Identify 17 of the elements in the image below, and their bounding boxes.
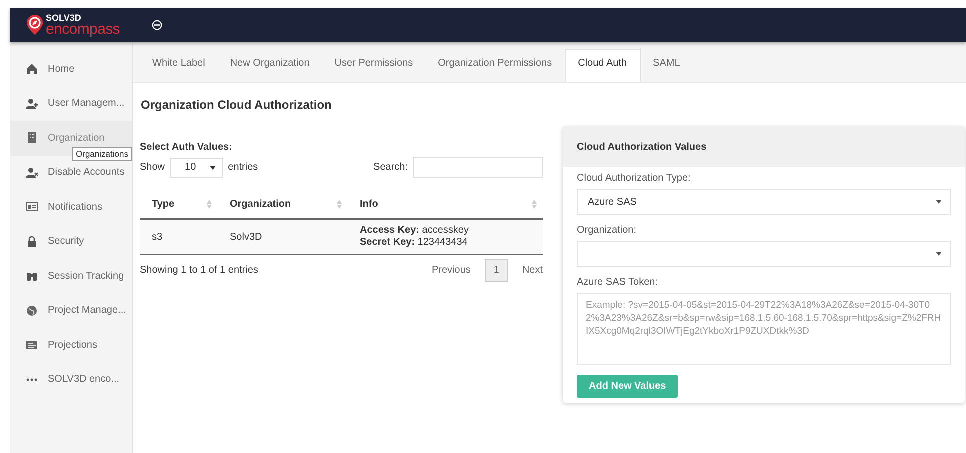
field-label: Organization: (577, 225, 638, 236)
search-label: Search: (374, 162, 408, 173)
field-label: Azure SAS Token: (577, 277, 659, 288)
info-text: Access Key: accesskey (360, 225, 470, 237)
section-title: Select Auth Values: (140, 142, 234, 153)
logo-subtitle: encompass (46, 23, 120, 36)
field-label: Cloud Authorization Type: (577, 173, 692, 184)
table-cell: s3 (140, 219, 218, 254)
page-title: Organization Cloud Authorization (141, 98, 333, 112)
info-text: Secret Key: 123443434 (360, 237, 469, 249)
panel-title: Cloud Authorization Values (563, 127, 965, 167)
logo-title: SOLV3D (46, 14, 82, 23)
table-summary: Showing 1 to 1 of 1 entries (140, 265, 258, 276)
table-cell: Solv3D (218, 219, 348, 254)
show-label: Show (140, 162, 166, 173)
entries-label: entries (228, 162, 258, 173)
tooltip: Organizations (72, 147, 132, 161)
